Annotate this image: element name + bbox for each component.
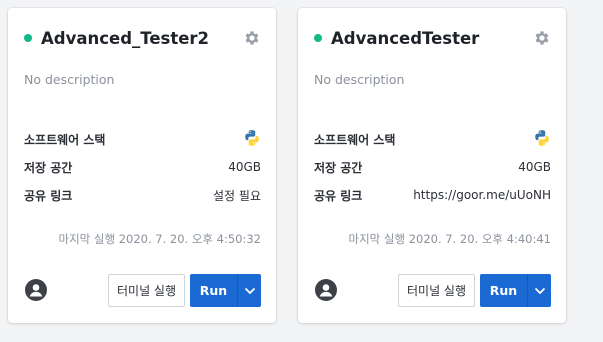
storage-value: 40GB [228,160,261,174]
python-icon [243,129,261,150]
chevron-down-icon[interactable] [528,274,551,307]
storage-row: 저장 공간 40GB [24,157,261,177]
project-card: Advanced_Tester2 No description 소프트웨어 스택… [8,8,276,323]
gear-icon[interactable] [532,28,552,48]
status-dot [314,34,322,42]
share-link-row: 공유 링크 https://goor.me/uUoNH [314,185,551,205]
user-icon [29,284,43,297]
storage-value: 40GB [518,160,551,174]
card-header: AdvancedTester [314,26,552,50]
python-icon [533,129,551,150]
last-run-timestamp: 마지막 실행 2020. 7. 20. 오후 4:50:32 [58,232,261,246]
last-run-timestamp: 마지막 실행 2020. 7. 20. 오후 4:40:41 [348,232,551,246]
run-button-group: Run [190,274,261,307]
card-actions: 터미널 실행 Run [397,274,551,307]
software-stack-row: 소프트웨어 스택 [314,129,551,149]
share-link-value[interactable]: https://goor.me/uUoNH [413,188,551,202]
share-link-label: 공유 링크 [24,188,73,203]
project-name: Advanced_Tester2 [41,28,210,48]
share-link-value[interactable]: 설정 필요 [213,187,261,204]
status-dot [24,34,32,42]
run-button-group: Run [480,274,551,307]
project-card: AdvancedTester No description 소프트웨어 스택 저… [298,8,566,323]
storage-label: 저장 공간 [24,160,73,175]
run-button[interactable]: Run [190,274,238,307]
storage-row: 저장 공간 40GB [314,157,551,177]
share-link-label: 공유 링크 [314,188,363,203]
project-description: No description [24,72,115,87]
avatar[interactable] [315,279,337,301]
gear-icon[interactable] [242,28,262,48]
share-link-row: 공유 링크 설정 필요 [24,185,261,205]
software-stack-row: 소프트웨어 스택 [24,129,261,149]
project-description: No description [314,72,405,87]
avatar[interactable] [25,279,47,301]
terminal-button[interactable]: 터미널 실행 [107,274,185,307]
user-icon [319,284,333,297]
card-header: Advanced_Tester2 [24,26,262,50]
chevron-down-icon[interactable] [238,274,261,307]
card-actions: 터미널 실행 Run [107,274,261,307]
storage-label: 저장 공간 [314,160,363,175]
software-stack-label: 소프트웨어 스택 [314,132,396,147]
run-button[interactable]: Run [480,274,528,307]
project-name: AdvancedTester [331,28,480,48]
terminal-button[interactable]: 터미널 실행 [397,274,475,307]
software-stack-label: 소프트웨어 스택 [24,132,106,147]
